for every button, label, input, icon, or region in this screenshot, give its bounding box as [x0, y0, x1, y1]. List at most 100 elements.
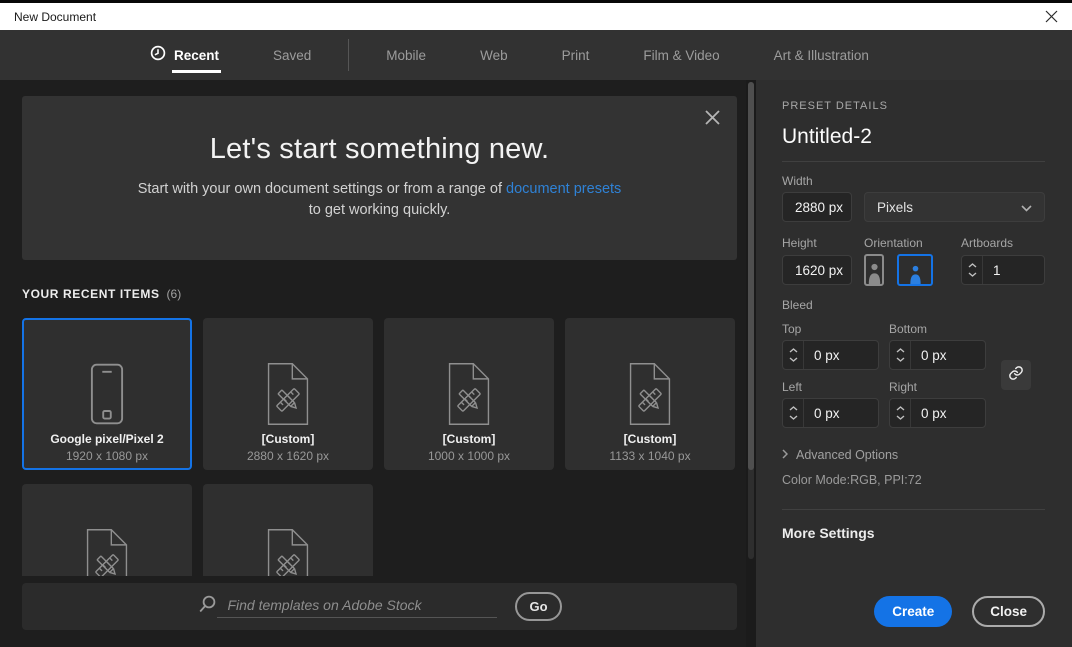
create-button[interactable]: Create: [874, 596, 953, 627]
tab-bar: Recent Saved Mobile Web Print Film & Vid…: [0, 30, 1072, 80]
document-preset-icon: [442, 320, 496, 426]
stepper-arrows[interactable]: [890, 399, 911, 427]
color-mode-summary: Color Mode:RGB, PPI:72: [782, 473, 922, 487]
tab-label: Mobile: [386, 47, 427, 63]
new-document-dialog: New Document Recent Saved Mobile Web Pri…: [0, 0, 1072, 647]
bleed-right-label: Right: [889, 380, 918, 394]
bleed-left-input[interactable]: [804, 399, 878, 427]
chevron-down-icon: [1021, 200, 1032, 215]
recent-item-card[interactable]: [Custom] 1000 x 1000 px: [384, 318, 554, 470]
link-bleed-values-button[interactable]: [1001, 360, 1031, 390]
tab-mobile[interactable]: Mobile: [386, 30, 426, 80]
bleed-right-input[interactable]: [911, 399, 985, 427]
recent-item-name: [Custom]: [261, 432, 315, 446]
bleed-top-input[interactable]: [804, 341, 878, 369]
tab-label: Recent: [171, 47, 222, 73]
tab-label: Print: [561, 47, 590, 63]
tab-divider: [348, 39, 350, 71]
stepper-arrows[interactable]: [962, 256, 983, 284]
hero-subtitle-text-2: to get working quickly.: [308, 202, 451, 218]
panel-divider: [782, 509, 1045, 510]
recent-item-size: 1000 x 1000 px: [427, 449, 511, 463]
stock-search-input[interactable]: [217, 595, 498, 618]
height-input[interactable]: [782, 255, 852, 285]
advanced-options-toggle[interactable]: Advanced Options: [782, 446, 1045, 464]
hero-subtitle: Start with your own document settings or…: [22, 179, 737, 221]
phone-icon: [90, 320, 124, 426]
bleed-label: Bleed: [782, 298, 813, 312]
stepper-arrows[interactable]: [783, 341, 804, 369]
recent-items-grid: Google pixel/Pixel 2 1920 x 1080 px [Cus…: [22, 318, 737, 576]
width-input[interactable]: [782, 192, 852, 222]
bleed-bottom-label: Bottom: [889, 322, 928, 336]
landscape-orientation-icon[interactable]: [897, 254, 933, 286]
chevron-up-icon: [789, 348, 797, 353]
chevron-up-icon: [896, 348, 904, 353]
chevron-up-icon: [789, 406, 797, 411]
tab-label: Film & Video: [643, 47, 720, 63]
go-button[interactable]: Go: [515, 592, 562, 621]
chevron-down-icon: [896, 415, 904, 420]
document-preset-icon: [261, 486, 315, 576]
content-area: Let's start something new. Start with yo…: [0, 80, 746, 647]
units-value: Pixels: [877, 199, 914, 215]
recent-item-size: 1920 x 1080 px: [65, 449, 149, 463]
recent-item-card[interactable]: [22, 484, 192, 576]
tab-saved[interactable]: Saved: [273, 30, 311, 80]
bleed-left-stepper: [782, 398, 879, 428]
stock-search-panel: Go: [22, 583, 737, 630]
bleed-top-stepper: [782, 340, 879, 370]
recent-item-name: [Custom]: [442, 432, 496, 446]
tab-label: Art & Illustration: [773, 47, 869, 63]
recent-items-title: YOUR RECENT ITEMS: [22, 287, 160, 301]
artboards-input[interactable]: [983, 256, 1044, 284]
link-icon: [1008, 365, 1024, 386]
scrollbar-gutter: [746, 80, 756, 647]
tab-recent[interactable]: Recent: [150, 30, 222, 80]
hero-banner: Let's start something new. Start with yo…: [22, 96, 737, 260]
stepper-arrows[interactable]: [890, 341, 911, 369]
recent-item-name: [Custom]: [623, 432, 677, 446]
close-icon[interactable]: [1045, 10, 1058, 23]
stepper-arrows[interactable]: [783, 399, 804, 427]
document-preset-icon: [623, 320, 677, 426]
tab-web[interactable]: Web: [480, 30, 508, 80]
tab-film-video[interactable]: Film & Video: [643, 30, 719, 80]
hero-title: Let's start something new.: [209, 133, 550, 165]
more-settings-link[interactable]: More Settings: [782, 525, 1045, 541]
portrait-orientation-icon[interactable]: [864, 254, 884, 286]
recent-item-card[interactable]: [Custom] 1133 x 1040 px: [565, 318, 735, 470]
advanced-options-label: Advanced Options: [796, 448, 899, 462]
close-button[interactable]: Close: [972, 596, 1045, 627]
vertical-scrollbar[interactable]: [748, 82, 754, 559]
dialog-titlebar: New Document: [0, 3, 1072, 30]
document-name-field[interactable]: Untitled-2: [782, 125, 1045, 162]
document-presets-link[interactable]: document presets: [506, 181, 621, 197]
scrollbar-thumb[interactable]: [748, 82, 754, 470]
chevron-down-icon: [789, 357, 797, 362]
recent-item-size: 2880 x 1620 px: [246, 449, 330, 463]
recent-item-card[interactable]: Google pixel/Pixel 2 1920 x 1080 px: [22, 318, 192, 470]
recent-item-card[interactable]: [203, 484, 373, 576]
stock-search-area: Go: [0, 576, 746, 647]
preset-details-heading: PRESET DETAILS: [782, 100, 888, 112]
hero-close-icon[interactable]: [704, 109, 721, 126]
tab-label: Saved: [273, 47, 312, 63]
bleed-bottom-input[interactable]: [911, 341, 985, 369]
chevron-down-icon: [896, 357, 904, 362]
dialog-body: Let's start something new. Start with yo…: [0, 80, 1072, 647]
clock-icon: [150, 45, 166, 66]
tab-label: Web: [480, 47, 508, 63]
tab-art-illustration[interactable]: Art & Illustration: [774, 30, 869, 80]
tab-print[interactable]: Print: [562, 30, 590, 80]
document-preset-icon: [80, 486, 134, 576]
recent-items-header: YOUR RECENT ITEMS (6): [22, 287, 746, 301]
recent-item-card[interactable]: [Custom] 2880 x 1620 px: [203, 318, 373, 470]
chevron-up-icon: [896, 406, 904, 411]
width-label: Width: [782, 174, 813, 188]
units-select[interactable]: Pixels: [864, 192, 1045, 222]
height-label: Height: [782, 236, 817, 250]
bleed-top-label: Top: [782, 322, 802, 336]
orientation-label: Orientation: [864, 236, 923, 250]
bleed-left-label: Left: [782, 380, 803, 394]
